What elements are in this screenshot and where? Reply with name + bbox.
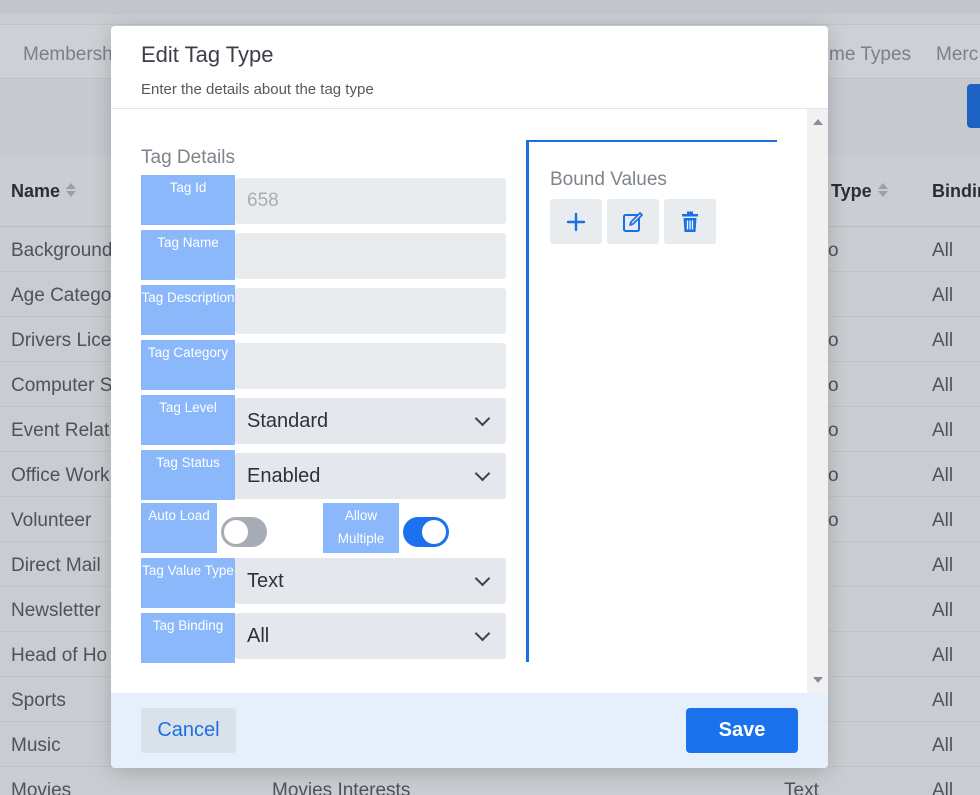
allow-multiple-toggle[interactable] xyxy=(403,517,449,547)
row-name: Age Catego xyxy=(11,285,112,306)
tag-description-label: Tag Description xyxy=(141,285,235,335)
row-name: Office Work xyxy=(11,465,110,486)
plus-icon xyxy=(566,212,586,231)
row-name: Background xyxy=(11,240,113,261)
tag-status-value: Enabled xyxy=(247,465,321,487)
row-name: Head of Ho xyxy=(11,645,108,666)
scroll-down-arrow-icon[interactable] xyxy=(813,677,823,683)
dialog-title: Edit Tag Type xyxy=(141,42,274,67)
tag-id-input[interactable]: 658 xyxy=(235,178,506,224)
tag-status-label: Tag Status xyxy=(141,450,235,500)
tag-category-input[interactable] xyxy=(235,343,506,389)
row-name: Direct Mail xyxy=(11,555,101,576)
tag-level-select[interactable]: Standard xyxy=(235,398,506,444)
add-bound-value-button[interactable] xyxy=(550,199,602,244)
row-name: Movies xyxy=(11,780,72,795)
dialog-body: Tag Details Tag Id 658 Tag Name Tag Desc… xyxy=(111,109,828,693)
row-type: o xyxy=(828,330,839,351)
bound-values-heading: Bound Values xyxy=(550,169,667,190)
background-tab-merc[interactable]: Merc xyxy=(936,44,978,66)
auto-load-label: Auto Load xyxy=(141,503,217,553)
column-header-type[interactable]: Type xyxy=(831,181,888,202)
table-row[interactable]: Movies Movies Interests Text All xyxy=(0,767,980,795)
sort-icon xyxy=(878,181,888,199)
column-header-name[interactable]: Name xyxy=(11,181,76,202)
row-type: o xyxy=(828,240,839,261)
chevron-down-icon xyxy=(474,625,491,642)
row-type: o xyxy=(828,465,839,486)
tag-binding-select[interactable]: All xyxy=(235,613,506,659)
row-name: Music xyxy=(11,735,61,756)
tag-level-value: Standard xyxy=(247,410,329,432)
auto-load-toggle[interactable] xyxy=(221,517,267,547)
row-binding: All xyxy=(932,465,954,486)
row-binding: All xyxy=(932,285,954,306)
row-type: o xyxy=(828,375,839,396)
row-binding: All xyxy=(932,645,954,666)
cancel-button[interactable]: Cancel xyxy=(141,708,236,753)
tag-id-label: Tag Id xyxy=(141,175,235,225)
sort-icon xyxy=(66,181,76,199)
tag-level-label: Tag Level xyxy=(141,395,235,445)
row-binding: All xyxy=(932,420,954,441)
row-binding: All xyxy=(932,510,954,531)
row-name: Computer S xyxy=(11,375,113,396)
row-name: Newsletter xyxy=(11,600,101,621)
trash-icon xyxy=(682,211,698,232)
dialog-scrollbar[interactable] xyxy=(807,109,828,693)
edit-bound-value-button[interactable] xyxy=(607,199,659,244)
tag-binding-label: Tag Binding xyxy=(141,613,235,663)
background-tab-name-types[interactable]: me Types xyxy=(829,44,911,66)
row-name: Sports xyxy=(11,690,66,711)
row-description: Movies Interests xyxy=(272,780,411,795)
toggle-knob xyxy=(422,520,446,544)
row-type: o xyxy=(828,420,839,441)
delete-bound-value-button[interactable] xyxy=(664,199,716,244)
tag-value-type-value: Text xyxy=(247,570,284,592)
save-button[interactable]: Save xyxy=(686,708,798,753)
tag-status-select[interactable]: Enabled xyxy=(235,453,506,499)
chevron-down-icon xyxy=(474,410,491,427)
tag-name-label: Tag Name xyxy=(141,230,235,280)
tag-name-input[interactable] xyxy=(235,233,506,279)
dialog-header: Edit Tag Type Enter the details about th… xyxy=(111,26,828,109)
tag-description-input[interactable] xyxy=(235,288,506,334)
edit-tag-type-dialog: Edit Tag Type Enter the details about th… xyxy=(111,26,828,768)
background-action-button[interactable] xyxy=(967,84,980,128)
row-type: o xyxy=(828,510,839,531)
row-binding: All xyxy=(932,375,954,396)
row-name: Event Relat xyxy=(11,420,110,441)
background-topbar xyxy=(0,0,980,14)
allow-multiple-label: Allow Multiple xyxy=(323,503,399,553)
column-header-binding[interactable]: Bindin xyxy=(932,181,980,202)
tag-category-label: Tag Category xyxy=(141,340,235,390)
dialog-subtitle: Enter the details about the tag type xyxy=(141,81,374,98)
row-name: Volunteer xyxy=(11,510,92,531)
row-binding: All xyxy=(932,555,954,576)
scroll-up-arrow-icon[interactable] xyxy=(813,119,823,125)
row-binding: All xyxy=(932,600,954,621)
tag-value-type-label: Tag Value Type xyxy=(141,558,235,608)
tag-binding-value: All xyxy=(247,625,270,647)
row-name: Drivers Lice xyxy=(11,330,112,351)
chevron-down-icon xyxy=(474,465,491,482)
tag-details-heading: Tag Details xyxy=(141,147,235,168)
row-binding: All xyxy=(932,240,954,261)
background-tab-memberships[interactable]: Membersh xyxy=(23,44,113,66)
toggle-knob xyxy=(224,520,248,544)
row-binding: All xyxy=(932,330,954,351)
chevron-down-icon xyxy=(474,570,491,587)
row-binding: All xyxy=(932,780,954,795)
tag-value-type-select[interactable]: Text xyxy=(235,558,506,604)
edit-icon xyxy=(623,211,643,232)
dialog-footer: Cancel Save xyxy=(111,693,828,768)
row-binding: All xyxy=(932,735,954,756)
row-binding: All xyxy=(932,690,954,711)
row-type: Text xyxy=(784,780,819,795)
